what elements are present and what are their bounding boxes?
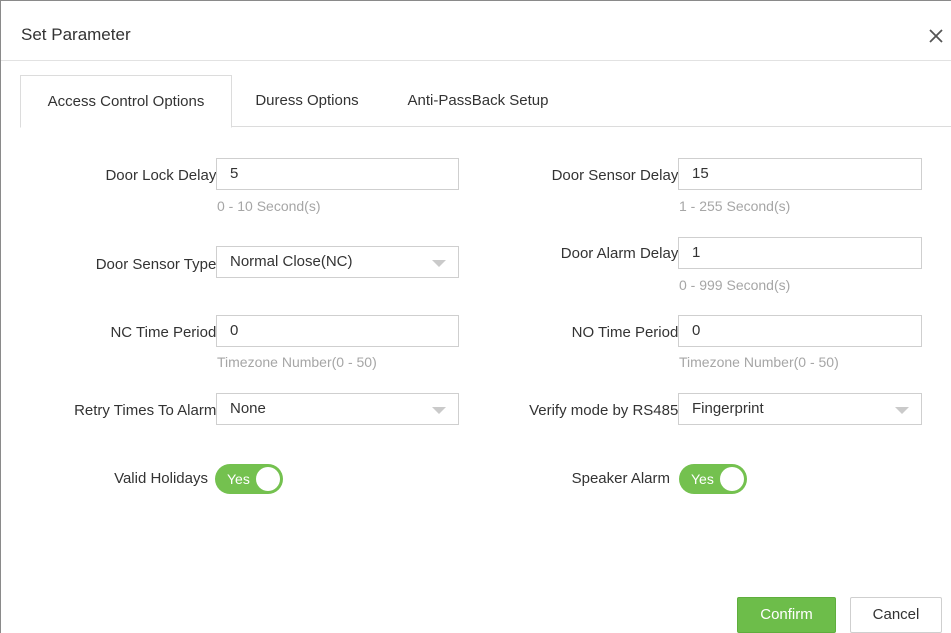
no-time-period-label: NO Time Period* <box>571 322 684 341</box>
confirm-button[interactable]: Confirm <box>737 597 836 633</box>
close-icon[interactable] <box>927 27 945 45</box>
dialog-header: Set Parameter <box>1 1 951 61</box>
verify-mode-value: Fingerprint <box>692 400 764 417</box>
tab-access-control-options[interactable]: Access Control Options <box>20 75 232 128</box>
retry-times-value: None <box>230 400 266 417</box>
door-lock-delay-input[interactable]: 5 <box>216 158 459 190</box>
valid-holidays-toggle[interactable]: Yes <box>215 464 283 494</box>
speaker-alarm-toggle[interactable]: Yes <box>679 464 747 494</box>
retry-times-label: Retry Times To Alarm* <box>74 400 222 419</box>
door-lock-delay-label: Door Lock Delay* <box>105 165 222 184</box>
door-sensor-type-label: Door Sensor Type* <box>95 254 222 273</box>
door-alarm-delay-label: Door Alarm Delay* <box>560 243 684 262</box>
door-sensor-delay-hint: 1 - 255 Second(s) <box>679 198 791 214</box>
speaker-alarm-toggle-text: Yes <box>691 471 714 487</box>
verify-mode-select[interactable]: Fingerprint <box>678 393 922 425</box>
door-sensor-type-select[interactable]: Normal Close(NC) <box>216 246 459 278</box>
door-sensor-delay-input[interactable]: 15 <box>678 158 922 190</box>
door-sensor-delay-label: Door Sensor Delay* <box>551 165 684 184</box>
dialog-title: Set Parameter <box>21 25 131 44</box>
nc-time-period-hint: Timezone Number(0 - 50) <box>217 354 377 370</box>
tab-duress-options[interactable]: Duress Options <box>232 75 382 127</box>
nc-time-period-label: NC Time Period* <box>110 322 222 341</box>
door-lock-delay-hint: 0 - 10 Second(s) <box>217 198 321 214</box>
no-time-period-input[interactable]: 0 <box>678 315 922 347</box>
speaker-alarm-label: Speaker Alarm <box>571 470 670 487</box>
no-time-period-hint: Timezone Number(0 - 50) <box>679 354 839 370</box>
door-alarm-delay-input[interactable]: 1 <box>678 237 922 269</box>
door-alarm-delay-hint: 0 - 999 Second(s) <box>679 277 791 293</box>
nc-time-period-input[interactable]: 0 <box>216 315 459 347</box>
tab-anti-passback-setup[interactable]: Anti-PassBack Setup <box>382 75 574 127</box>
chevron-down-icon <box>895 407 909 414</box>
verify-mode-label: Verify mode by RS485* <box>529 400 684 419</box>
valid-holidays-label: Valid Holidays <box>114 470 208 487</box>
valid-holidays-toggle-text: Yes <box>227 471 250 487</box>
door-sensor-type-value: Normal Close(NC) <box>230 253 353 270</box>
chevron-down-icon <box>432 260 446 267</box>
tab-bar: Access Control Options Duress Options An… <box>20 75 951 128</box>
cancel-button[interactable]: Cancel <box>850 597 942 633</box>
chevron-down-icon <box>432 407 446 414</box>
set-parameter-dialog: Set Parameter Access Control Options Dur… <box>0 0 951 633</box>
toggle-knob <box>720 467 744 491</box>
toggle-knob <box>256 467 280 491</box>
retry-times-select[interactable]: None <box>216 393 459 425</box>
